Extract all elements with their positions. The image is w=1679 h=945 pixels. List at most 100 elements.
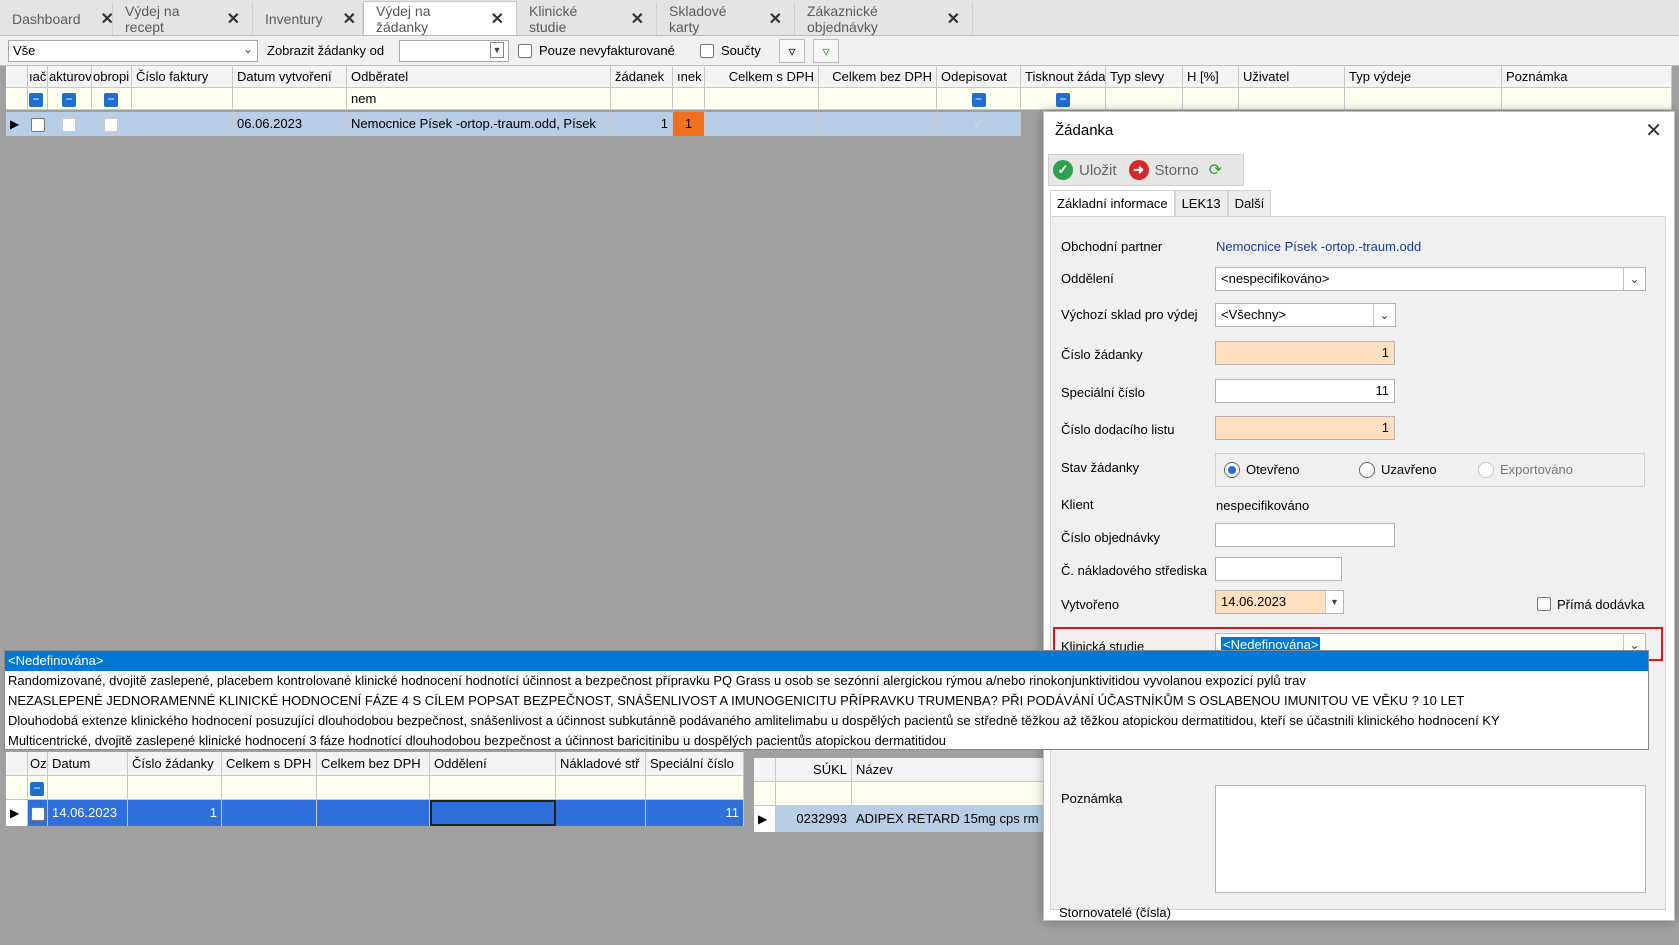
request-no-input[interactable]: 1: [1215, 341, 1395, 365]
filter-cell[interactable]: [317, 776, 430, 799]
show-from-date-input[interactable]: ▼: [399, 40, 509, 62]
cell-cislo[interactable]: 1: [128, 800, 222, 826]
filter-cell[interactable]: [233, 88, 347, 109]
filter-cell[interactable]: [48, 776, 128, 799]
cell-specialni[interactable]: 11: [646, 800, 744, 826]
dropdown-arrow-icon[interactable]: ▼: [490, 42, 504, 58]
close-icon[interactable]: ✕: [343, 9, 356, 29]
column-header[interactable]: Typ výdeje: [1345, 66, 1502, 87]
column-header[interactable]: Odepisovat: [937, 66, 1021, 87]
filter-cell[interactable]: [556, 776, 646, 799]
column-header[interactable]: Celkem s DPH: [222, 752, 317, 775]
department-select[interactable]: <nespecifikováno> ⌄: [1215, 267, 1646, 291]
cell-datum[interactable]: 06.06.2023: [233, 112, 347, 136]
close-icon[interactable]: ✕: [491, 9, 504, 29]
filter-cell[interactable]: [1239, 88, 1345, 109]
tab-vydej-na-recept[interactable]: Výdej na recept ✕: [113, 3, 253, 35]
minus-icon[interactable]: −: [30, 781, 44, 796]
cancel-button[interactable]: Storno: [1155, 162, 1199, 179]
tab-other[interactable]: Další: [1227, 190, 1272, 216]
warehouse-select[interactable]: <Všechny> ⌄: [1215, 303, 1396, 327]
table-row[interactable]: ▶ 14.06.2023 1 11: [6, 800, 744, 826]
column-header[interactable]: H [%]: [1183, 66, 1239, 87]
cell[interactable]: [317, 800, 430, 826]
minus-icon[interactable]: −: [29, 92, 43, 107]
cell[interactable]: [132, 112, 233, 136]
cell[interactable]: [92, 112, 132, 136]
row-checkbox[interactable]: [31, 806, 45, 821]
filter-cell[interactable]: [1183, 88, 1239, 109]
tab-skladove-karty[interactable]: Skladové karty ✕: [657, 3, 795, 35]
cell-focused[interactable]: [430, 800, 556, 826]
column-header[interactable]: Datum: [48, 752, 128, 775]
column-header[interactable]: Oddělení: [430, 752, 556, 775]
filter-cell[interactable]: −: [1021, 88, 1106, 109]
cell[interactable]: [28, 800, 48, 826]
dropdown-arrow-icon[interactable]: ▼: [1325, 591, 1343, 613]
list-item[interactable]: Dlouhodobá extenze klinického hodnocení …: [5, 711, 1648, 731]
cell-odepisovat[interactable]: ✓: [937, 112, 1021, 136]
column-header[interactable]: SÚKL: [776, 758, 852, 781]
filter-cell[interactable]: [1106, 88, 1183, 109]
direct-delivery-checkbox[interactable]: [1537, 597, 1551, 611]
filter-cell[interactable]: [611, 88, 673, 109]
save-button[interactable]: Uložit: [1079, 162, 1117, 179]
close-icon[interactable]: ✕: [227, 9, 240, 29]
column-header[interactable]: Nákladové stř: [556, 752, 646, 775]
list-item[interactable]: NEZASLEPENÉ JEDNORAMENNÉ KLINICKÉ HODNOC…: [5, 691, 1648, 711]
tab-klinicke-studie[interactable]: Klinické studie ✕: [517, 3, 657, 35]
scope-select[interactable]: Vše ⌄: [8, 40, 258, 62]
cell-nazev[interactable]: ADIPEX RETARD 15mg cps rm: [852, 806, 1044, 832]
row-checkbox[interactable]: [104, 117, 118, 132]
cell[interactable]: [819, 112, 937, 136]
filter-cell[interactable]: −: [28, 776, 48, 799]
filter-cell[interactable]: [646, 776, 744, 799]
minus-icon[interactable]: −: [104, 92, 118, 107]
column-header[interactable]: Uživatel: [1239, 66, 1345, 87]
column-header[interactable]: Poznámka: [1502, 66, 1672, 87]
cell[interactable]: [705, 112, 819, 136]
column-header[interactable]: ıač: [28, 66, 48, 87]
column-header[interactable]: Datum vytvoření: [233, 66, 347, 87]
filter-cell[interactable]: [776, 782, 852, 805]
table-row[interactable]: ▶ 06.06.2023 Nemocnice Písek -ortop.-tra…: [6, 112, 1021, 136]
cell[interactable]: [222, 800, 317, 826]
filter-cell[interactable]: −: [28, 88, 48, 109]
filter-cell[interactable]: [132, 88, 233, 109]
filter-cell[interactable]: −: [48, 88, 92, 109]
list-item[interactable]: Multicentrické, dvojitě zaslepené klinic…: [5, 731, 1648, 751]
filter-cell[interactable]: [128, 776, 222, 799]
table-row[interactable]: ▶ 0232993 ADIPEX RETARD 15mg cps rm: [754, 806, 1044, 832]
odberatel-filter-cell[interactable]: nem: [347, 88, 611, 109]
order-no-input[interactable]: [1215, 523, 1395, 547]
sums-checkbox[interactable]: [700, 44, 714, 58]
filter-cell[interactable]: [819, 88, 937, 109]
cell[interactable]: [556, 800, 646, 826]
column-header[interactable]: Oz: [28, 752, 48, 775]
filter-cell[interactable]: [222, 776, 317, 799]
tab-basic-info[interactable]: Základní informace: [1050, 190, 1175, 216]
cell-odberatel[interactable]: Nemocnice Písek -ortop.-traum.odd, Písek: [347, 112, 611, 136]
minus-icon[interactable]: −: [1056, 92, 1070, 107]
filter-cell[interactable]: [1345, 88, 1502, 109]
column-header[interactable]: Odběratel: [347, 66, 611, 87]
tab-inventury[interactable]: Inventury ✕: [253, 3, 363, 35]
filter-cell[interactable]: −: [937, 88, 1021, 109]
column-header[interactable]: obropi: [92, 66, 132, 87]
note-textarea[interactable]: [1215, 785, 1646, 893]
status-closed-radio[interactable]: [1359, 462, 1375, 478]
row-checkbox[interactable]: [31, 117, 45, 132]
column-header[interactable]: Speciální číslo: [646, 752, 744, 775]
close-icon[interactable]: ✕: [947, 9, 960, 29]
back-arrow-icon[interactable]: ➜: [1128, 160, 1149, 180]
cost-center-input[interactable]: [1215, 557, 1342, 581]
column-header[interactable]: Tisknout žáda: [1021, 66, 1106, 87]
tab-lek13[interactable]: LEK13: [1174, 190, 1228, 216]
filter-cell[interactable]: −: [92, 88, 132, 109]
close-icon[interactable]: ✕: [101, 9, 114, 29]
filter-refresh-button[interactable]: ▿: [813, 39, 839, 63]
column-header[interactable]: Celkem bez DPH: [317, 752, 430, 775]
tab-dashboard[interactable]: Dashboard ✕: [0, 3, 114, 35]
filter-button[interactable]: ▿: [779, 39, 805, 63]
column-header[interactable]: ınek: [673, 66, 705, 87]
